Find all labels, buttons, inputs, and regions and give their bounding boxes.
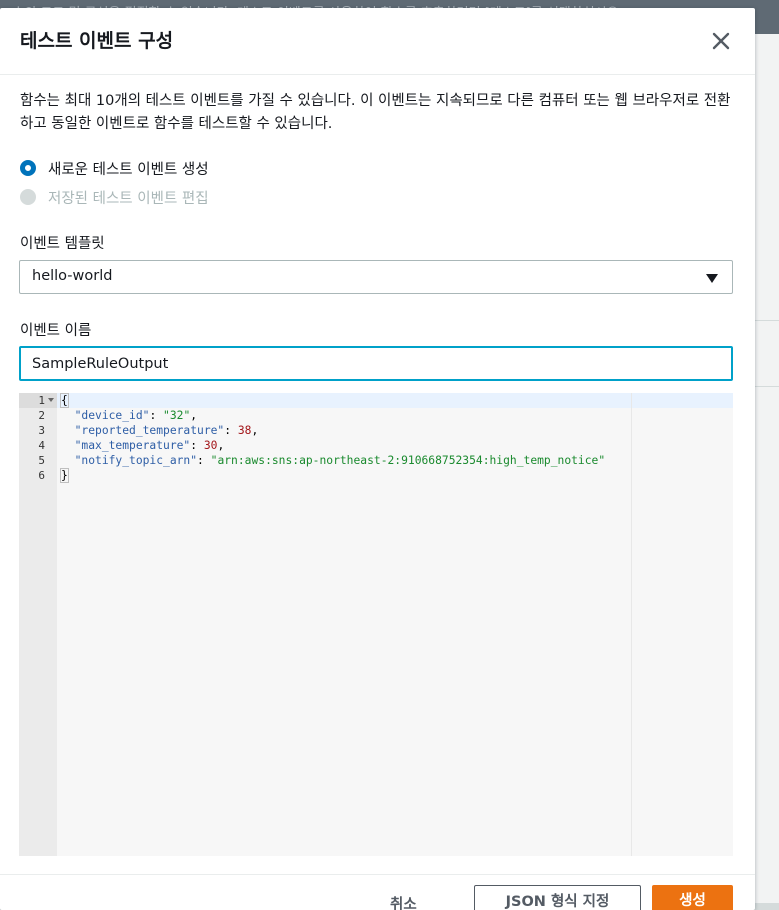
close-button[interactable]: [708, 28, 734, 54]
line-number: 2: [38, 409, 45, 422]
radio-disabled-icon: [20, 189, 36, 205]
line-number: 5: [38, 454, 45, 467]
code-line: {: [60, 393, 69, 408]
fold-arrow-icon[interactable]: [48, 398, 54, 402]
json-code-editor[interactable]: 1 2 3 4 5 6 { "device_id": "32", "report…: [19, 393, 733, 856]
radio-label: 저장된 테스트 이벤트 편집: [48, 190, 209, 207]
json-key: "notify_topic_arn": [74, 454, 198, 467]
cancel-button[interactable]: 취소: [390, 893, 417, 910]
configure-test-event-modal: 테스트 이벤트 구성 함수는 최대 10개의 테스트 이벤트를 가질 수 있습니…: [0, 8, 755, 910]
json-key: "device_id": [74, 409, 150, 422]
event-name-label: 이벤트 이름: [20, 323, 92, 339]
code-line: "device_id": "32",: [74, 409, 198, 422]
event-template-select[interactable]: hello-world: [19, 260, 733, 294]
code-line: "reported_temperature": 38,: [74, 424, 259, 437]
event-template-value: hello-world: [32, 268, 113, 284]
modal-footer: 취소 JSON 형식 지정 생성: [0, 874, 755, 910]
open-brace: {: [60, 393, 69, 408]
editor-print-margin: [631, 393, 632, 856]
json-value: "32": [163, 409, 191, 422]
modal-description: 함수는 최대 10개의 테스트 이벤트를 가질 수 있습니다. 이 이벤트는 지…: [20, 93, 731, 132]
radio-label: 새로운 테스트 이벤트 생성: [48, 161, 209, 178]
radio-edit-saved-event[interactable]: 저장된 테스트 이벤트 편집: [20, 187, 209, 207]
line-number: 4: [38, 439, 45, 452]
code-line: "notify_topic_arn": "arn:aws:sns:ap-nort…: [74, 454, 606, 467]
close-icon: [712, 32, 730, 50]
caret-down-icon: [706, 274, 718, 283]
json-value: "arn:aws:sns:ap-northeast-2:910668752354…: [210, 454, 606, 467]
line-number: 6: [38, 469, 45, 482]
radio-selected-icon: [20, 160, 36, 176]
background-side-area: [755, 34, 779, 910]
line-number: 1: [38, 394, 45, 407]
code-line: }: [60, 468, 69, 483]
json-value: 30: [203, 439, 218, 452]
event-name-input[interactable]: [19, 346, 733, 381]
json-key: "max_temperature": [74, 439, 191, 452]
json-value: 38: [237, 424, 252, 437]
radio-create-new-event[interactable]: 새로운 테스트 이벤트 생성: [20, 158, 209, 178]
background-divider: [755, 386, 779, 387]
code-line: "max_temperature": 30,: [74, 439, 225, 452]
json-key: "reported_temperature": [74, 424, 225, 437]
event-template-label: 이벤트 템플릿: [20, 236, 105, 252]
modal-title: 테스트 이벤트 구성: [20, 30, 174, 52]
create-button[interactable]: 생성: [652, 885, 733, 910]
modal-header: 테스트 이벤트 구성: [0, 8, 755, 75]
format-json-button[interactable]: JSON 형식 지정: [474, 885, 641, 910]
line-number: 3: [38, 424, 45, 437]
background-divider: [755, 320, 779, 321]
close-brace: }: [60, 468, 69, 483]
